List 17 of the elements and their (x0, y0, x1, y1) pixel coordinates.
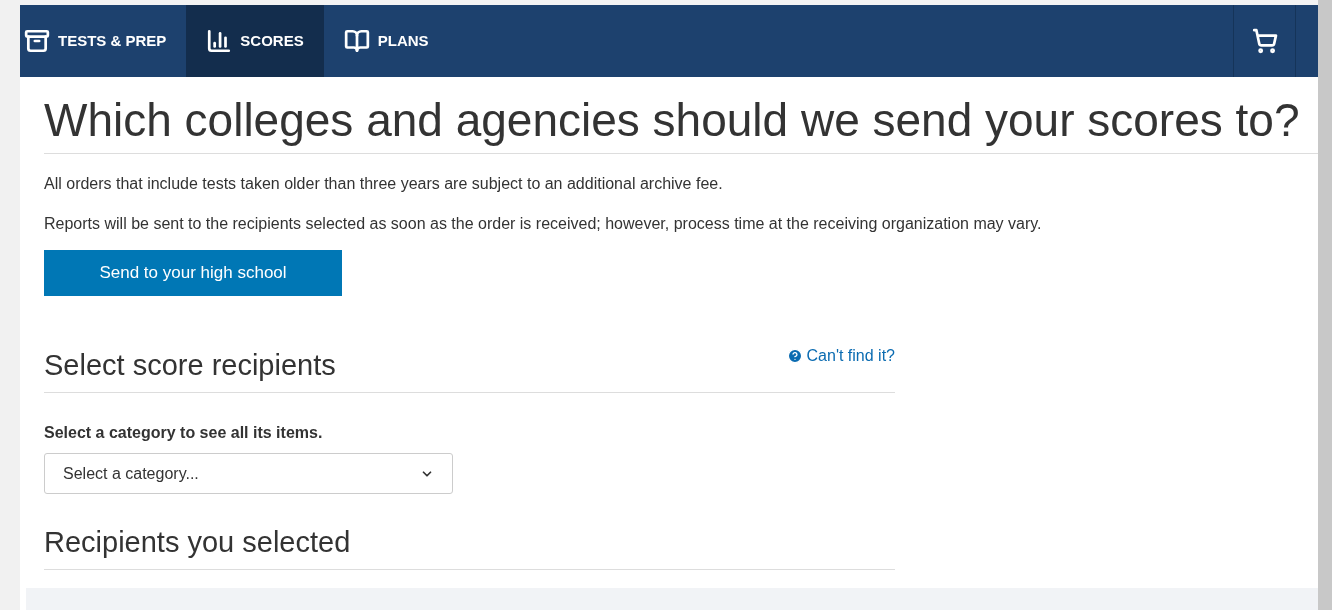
info-text: Reports will be sent to the recipients selected as soon as the order is received; however, process time at the receiving organization may vary. (44, 214, 1043, 234)
cant-find-it-link[interactable]: Can't find it? (786, 344, 895, 368)
page-title: Which colleges and agencies should we send your scores to? (44, 93, 1301, 148)
section-heading: Select score recipients (44, 351, 336, 380)
info-text: All orders that include tests taken older than three years are subject to an additional archive fee. (44, 174, 724, 194)
help-icon (786, 348, 803, 364)
archive-icon (24, 28, 50, 54)
send-to-high-school-button[interactable]: Send to your high school (44, 250, 342, 296)
category-dropdown[interactable]: Select a category... (44, 453, 453, 494)
nav-tab[interactable]: PLANS (323, 5, 449, 77)
section-heading: Recipients you selected (44, 528, 895, 570)
category-label: Select a category to see all its items. (44, 423, 324, 443)
cart-icon (1251, 28, 1278, 54)
book-icon (343, 28, 370, 54)
bar-chart-icon (206, 28, 233, 54)
nav-tab[interactable]: SCORES (186, 5, 324, 77)
nav-tab[interactable]: TESTS & PREP (20, 5, 187, 77)
